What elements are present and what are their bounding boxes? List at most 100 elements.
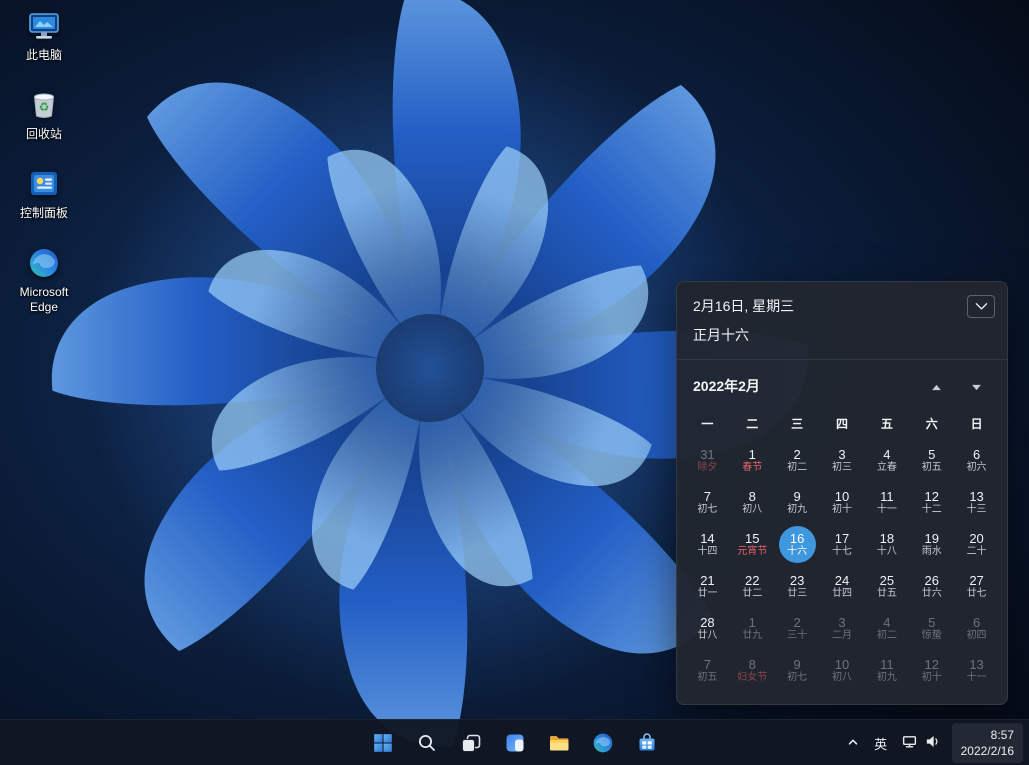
calendar-scroll-up-button[interactable] (921, 373, 951, 399)
calendar-day[interactable]: 24廿四 (820, 565, 865, 607)
calendar-day[interactable]: 4初二 (864, 607, 909, 649)
taskbar-search-button[interactable] (407, 723, 447, 763)
desktop-icon-control-panel[interactable]: 控制面板 (6, 166, 82, 221)
day-number: 16 (790, 532, 804, 545)
calendar-day[interactable]: 4立春 (864, 439, 909, 481)
calendar-day[interactable]: 2 三十 (775, 607, 820, 649)
banner-lunar-date: 正月十六 (693, 325, 991, 345)
calendar-day[interactable]: 6 初四 (954, 607, 999, 649)
calendar-day[interactable]: 12初十 (909, 649, 954, 691)
calendar-day[interactable]: 12十二 (909, 481, 954, 523)
taskbar-task-view-button[interactable] (451, 723, 491, 763)
day-lunar-label: 二十 (967, 547, 987, 557)
calendar-flyout: 2月16日, 星期三 正月十六 2022年2月 一二三四五六日 31除夕 1 春节 2… (676, 281, 1008, 705)
day-lunar-label: 雨水 (922, 547, 942, 557)
day-number: 2 (794, 616, 801, 629)
calendar-day[interactable]: 2初二 (775, 439, 820, 481)
tray-date: 2022/2/16 (961, 743, 1014, 759)
calendar-day[interactable]: 18十八 (864, 523, 909, 565)
desktop-icon-this-pc[interactable]: 此电脑 (6, 8, 82, 63)
calendar-day[interactable]: 26廿六 (909, 565, 954, 607)
calendar-day[interactable]: 13十一 (954, 649, 999, 691)
taskbar: 英 8:57 2022/2/16 (0, 719, 1029, 765)
day-lunar-label: 十一 (877, 505, 897, 515)
day-lunar-label: 元宵节 (737, 547, 767, 557)
weekday-label: 六 (909, 409, 954, 437)
day-number: 9 (794, 658, 801, 671)
this-pc-icon (26, 8, 62, 44)
calendar-day[interactable]: 10初十 (820, 481, 865, 523)
day-lunar-label: 初七 (787, 673, 807, 683)
weekday-label: 二 (730, 409, 775, 437)
banner-date: 2月16日, 星期三 (693, 296, 991, 316)
calendar-day[interactable]: 11十一 (864, 481, 909, 523)
calendar-day[interactable]: 8初八 (730, 481, 775, 523)
day-lunar-label: 初六 (967, 463, 987, 473)
calendar-day[interactable]: 22廿二 (730, 565, 775, 607)
day-number: 1 (749, 616, 756, 629)
calendar-day[interactable]: 13十三 (954, 481, 999, 523)
calendar-day[interactable]: 31除夕 (685, 439, 730, 481)
weekday-label: 日 (954, 409, 999, 437)
calendar-day[interactable]: 17十七 (820, 523, 865, 565)
day-lunar-label: 妇女节 (737, 673, 767, 683)
network-icon (901, 733, 918, 753)
calendar-day[interactable]: 19雨水 (909, 523, 954, 565)
day-number: 17 (835, 532, 849, 545)
day-number: 5 (928, 448, 935, 461)
day-lunar-label: 三十 (787, 631, 807, 641)
desktop-icon-recycle-bin[interactable]: ♻回收站 (6, 87, 82, 142)
calendar-day[interactable]: 7初七 (685, 481, 730, 523)
tray-network-volume-button[interactable] (896, 725, 946, 761)
day-lunar-label: 初九 (877, 673, 897, 683)
calendar-day[interactable]: 7初五 (685, 649, 730, 691)
calendar-day[interactable]: 6初六 (954, 439, 999, 481)
day-number: 27 (969, 574, 983, 587)
ime-indicator-button[interactable]: 英 (868, 725, 894, 761)
calendar-day[interactable]: 3初三 (820, 439, 865, 481)
calendar-day[interactable]: 25廿五 (864, 565, 909, 607)
calendar-day[interactable]: 3二月 (820, 607, 865, 649)
day-number: 10 (835, 490, 849, 503)
taskbar-file-explorer-button[interactable] (539, 723, 579, 763)
taskbar-edge-button[interactable] (583, 723, 623, 763)
calendar-day[interactable]: 9初九 (775, 481, 820, 523)
calendar-collapse-button[interactable] (967, 295, 995, 318)
calendar-day[interactable]: 1 春节 (730, 439, 775, 481)
calendar-day-grid: 31除夕1春节2初二3初三4立春5初五6初六7初七8初八9初九10初十11十一1… (677, 437, 1007, 704)
calendar-day[interactable]: 8妇女节 (730, 649, 775, 691)
day-number: 6 (973, 616, 980, 629)
calendar-day[interactable]: 11初九 (864, 649, 909, 691)
calendar-day[interactable]: 1廿九 (730, 607, 775, 649)
calendar-day[interactable]: 21廿一 (685, 565, 730, 607)
calendar-month-label: 2022年2月 (693, 376, 921, 396)
calendar-day[interactable]: 16十六 (775, 523, 820, 565)
calendar-day[interactable]: 9 初七 (775, 649, 820, 691)
calendar-day[interactable]: 5初五 (909, 439, 954, 481)
calendar-day[interactable]: 28廿八 (685, 607, 730, 649)
calendar-day[interactable]: 20二十 (954, 523, 999, 565)
day-lunar-label: 廿三 (787, 589, 807, 599)
day-lunar-label: 初八 (742, 505, 762, 515)
taskbar-widgets-button[interactable] (495, 723, 535, 763)
tray-show-hidden-icons-button[interactable] (840, 725, 866, 761)
day-lunar-label: 初四 (967, 631, 987, 641)
weekday-row: 一二三四五六日 (677, 405, 1007, 437)
calendar-day[interactable]: 15元宵节 (730, 523, 775, 565)
calendar-scroll-down-button[interactable] (961, 373, 991, 399)
day-number: 2 (794, 448, 801, 461)
desktop-icon-microsoft-edge[interactable]: Microsoft Edge (6, 245, 82, 315)
day-lunar-label: 春节 (742, 463, 762, 473)
store-icon (635, 731, 659, 755)
taskbar-start-button[interactable] (363, 723, 403, 763)
calendar-day[interactable]: 27廿七 (954, 565, 999, 607)
calendar-day[interactable]: 14十四 (685, 523, 730, 565)
calendar-day[interactable]: 5惊蛰 (909, 607, 954, 649)
calendar-day[interactable]: 10初八 (820, 649, 865, 691)
calendar-day[interactable]: 23廿三 (775, 565, 820, 607)
day-number: 5 (928, 616, 935, 629)
day-lunar-label: 初七 (697, 505, 717, 515)
clock-button[interactable]: 8:57 2022/2/16 (952, 723, 1023, 763)
day-number: 1 (749, 448, 756, 461)
taskbar-store-button[interactable] (627, 723, 667, 763)
